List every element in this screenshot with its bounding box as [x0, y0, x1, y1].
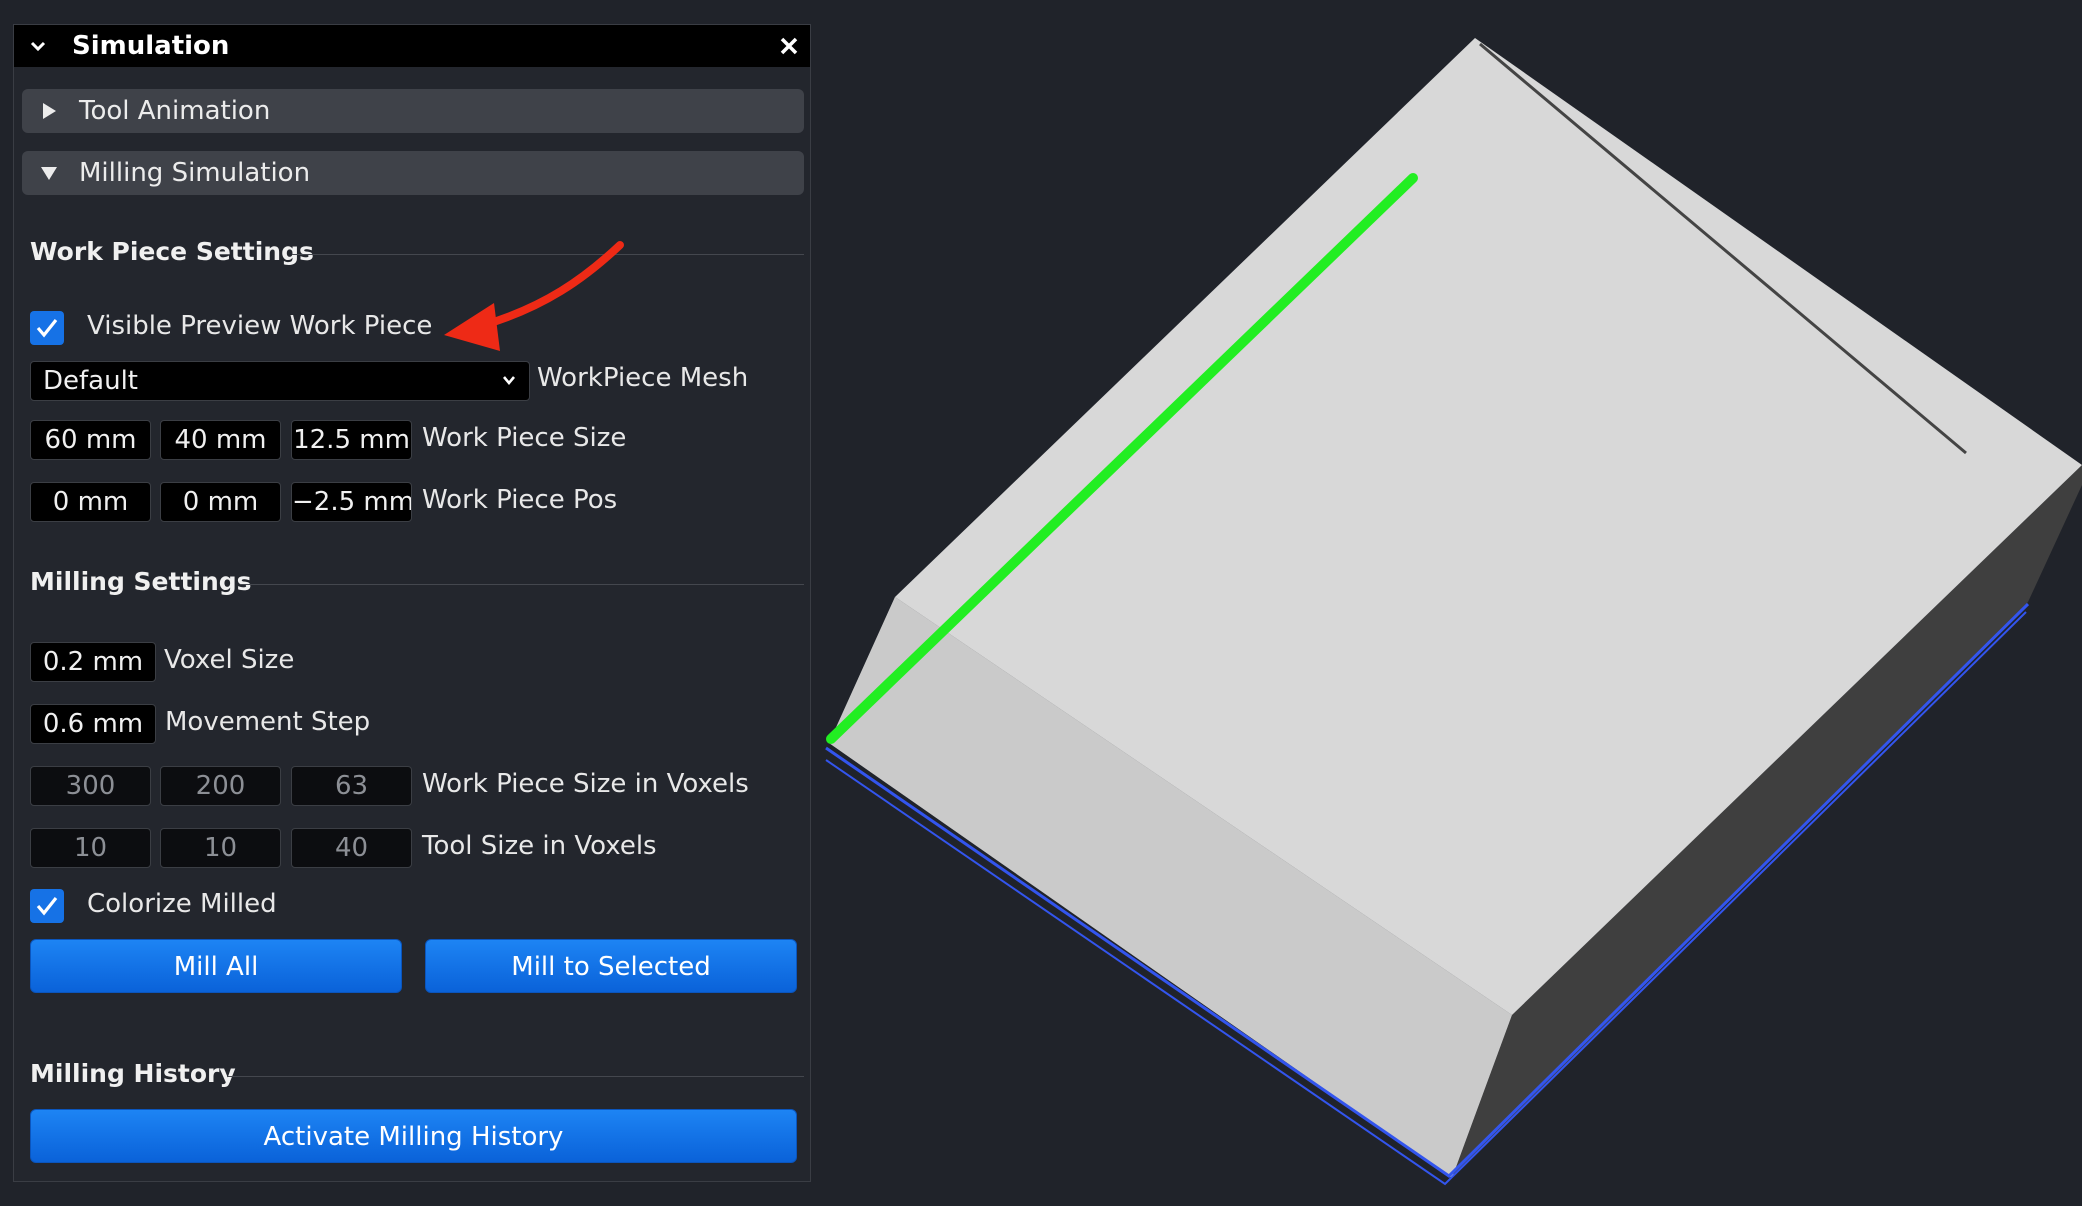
collapse-chevron-icon[interactable] — [28, 36, 48, 56]
activate-milling-history-button[interactable]: Activate Milling History — [30, 1109, 797, 1163]
colorize-milled-label[interactable]: Colorize Milled — [87, 889, 277, 919]
work-piece-size-y-input[interactable]: 40 mm — [160, 420, 281, 460]
voxel-size-label: Voxel Size — [164, 645, 295, 675]
workpiece-mesh-select[interactable]: Default — [30, 361, 530, 401]
voxel-size-input[interactable]: 0.2 mm — [30, 642, 156, 682]
work-piece-pos-x-input[interactable]: 0 mm — [30, 482, 151, 522]
milling-history-section: Milling History — [30, 1059, 810, 1093]
tool-voxels-z-input: 40 — [291, 828, 412, 868]
visible-preview-checkbox[interactable] — [30, 311, 64, 345]
milling-settings-section: Milling Settings — [30, 567, 810, 601]
mill-to-selected-button[interactable]: Mill to Selected — [425, 939, 797, 993]
section-heading: Work Piece Settings — [30, 237, 314, 266]
size-voxels-label: Work Piece Size in Voxels — [422, 769, 749, 799]
colorize-milled-checkbox[interactable] — [30, 889, 64, 923]
movement-step-label: Movement Step — [165, 707, 371, 737]
tool-voxels-label: Tool Size in Voxels — [422, 831, 657, 861]
work-piece-pos-y-input[interactable]: 0 mm — [160, 482, 281, 522]
size-voxels-z-input: 63 — [291, 766, 412, 806]
triangle-down-icon — [41, 167, 57, 180]
size-voxels-x-input: 300 — [30, 766, 151, 806]
chevron-down-icon — [503, 376, 515, 386]
checkmark-icon — [36, 897, 58, 916]
tool-voxels-y-input: 10 — [160, 828, 281, 868]
movement-step-input[interactable]: 0.6 mm — [30, 704, 156, 744]
simulation-panel: Simulation Tool Animation Milling Simula… — [13, 24, 811, 1182]
triangle-right-icon — [43, 103, 56, 119]
visible-preview-label[interactable]: Visible Preview Work Piece — [87, 311, 432, 341]
workpiece-mesh-value: Default — [43, 366, 138, 396]
mill-all-button[interactable]: Mill All — [30, 939, 402, 993]
work-piece-pos-label: Work Piece Pos — [422, 485, 618, 515]
workpiece-mesh-label: WorkPiece Mesh — [537, 363, 749, 393]
milling-simulation-label: Milling Simulation — [79, 158, 311, 188]
divider — [240, 584, 804, 585]
section-heading: Milling Settings — [30, 567, 252, 596]
work-piece-settings-section: Work Piece Settings — [30, 237, 810, 271]
work-piece-size-z-input[interactable]: 12.5 mm — [291, 420, 412, 460]
work-piece-size-label: Work Piece Size — [422, 423, 627, 453]
tool-voxels-x-input: 10 — [30, 828, 151, 868]
work-piece-size-x-input[interactable]: 60 mm — [30, 420, 151, 460]
size-voxels-y-input: 200 — [160, 766, 281, 806]
panel-titlebar: Simulation — [14, 25, 810, 67]
milling-simulation-header[interactable]: Milling Simulation — [22, 151, 804, 195]
section-heading: Milling History — [30, 1059, 236, 1088]
close-icon[interactable] — [778, 35, 800, 57]
checkmark-icon — [36, 319, 58, 338]
annotation-arrow-icon — [444, 241, 624, 351]
divider — [227, 1076, 804, 1077]
work-piece-pos-z-input[interactable]: −2.5 mm — [291, 482, 412, 522]
tool-animation-header[interactable]: Tool Animation — [22, 89, 804, 133]
tool-animation-label: Tool Animation — [79, 96, 271, 126]
panel-title: Simulation — [72, 31, 230, 61]
